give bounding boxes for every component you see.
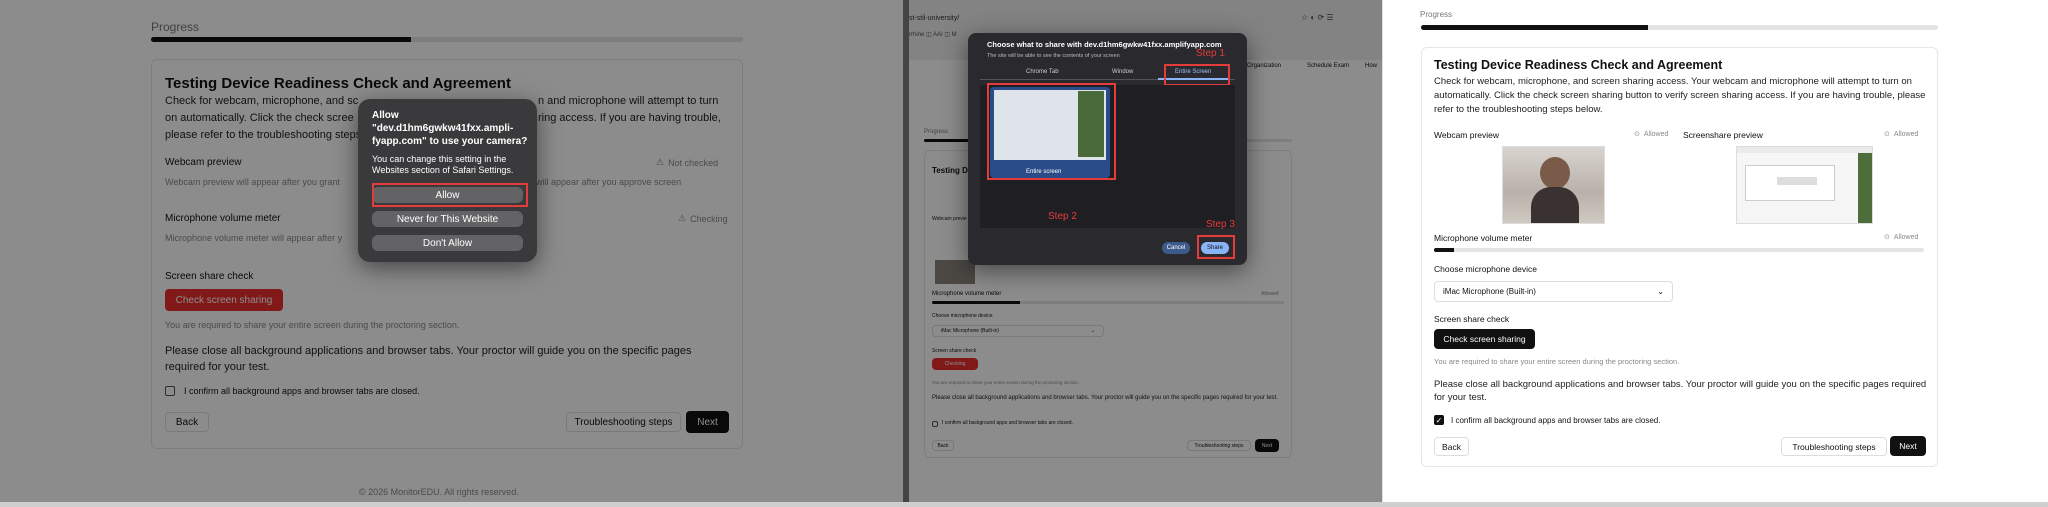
panel-safari-camera-permission: Progress Testing Device Readiness Check … xyxy=(0,0,903,502)
mic-status: ⊙ Allowed xyxy=(1884,233,1919,242)
progress-label: Progress xyxy=(1420,10,1453,19)
screenshare-status: ⊙ Allowed xyxy=(1884,130,1919,139)
check-circle-icon: ⊙ xyxy=(1634,131,1640,138)
dont-allow-button[interactable]: Don't Allow xyxy=(372,235,523,251)
tab-chrome[interactable]: Chrome Tab xyxy=(1026,69,1059,75)
step1-box xyxy=(1164,64,1230,86)
webcam-status: ⊙ Allowed xyxy=(1634,130,1669,139)
dialog-title-line3: fyapp.com" to use your camera? xyxy=(372,136,528,147)
close-apps-note: Please close all background applications… xyxy=(1434,379,1927,404)
check-circle-icon: ⊙ xyxy=(1884,234,1890,241)
check-screen-sharing-button[interactable]: Check screen sharing xyxy=(1434,329,1535,349)
cancel-button[interactable]: Cancel xyxy=(1162,242,1190,254)
screenshare-status-text: Allowed xyxy=(1893,130,1919,138)
share-title: Choose what to share with dev.d1hm6gwkw4… xyxy=(987,40,1222,49)
chevron-down-icon: ⌄ xyxy=(1657,287,1664,296)
webcam-label: Webcam preview xyxy=(1434,130,1500,140)
screenshot-stage: Progress Testing Device Readiness Check … xyxy=(0,0,2048,507)
screenshare-label: Screenshare preview xyxy=(1683,130,1763,140)
thumb-inner xyxy=(1777,177,1817,185)
dialog-title-line2: "dev.d1hm6gwkw41fxx.ampli- xyxy=(372,123,514,134)
panel-completed-check: Progress Testing Device Readiness Check … xyxy=(1383,0,2048,502)
safari-permission-dialog: Allow "dev.d1hm6gwkw41fxx.ampli- fyapp.c… xyxy=(358,99,537,262)
card-title: Testing Device Readiness Check and Agree… xyxy=(1434,58,1723,72)
step1-label: Step 1 xyxy=(1196,48,1225,59)
choose-mic-label: Choose microphone device xyxy=(1434,264,1538,274)
tab-window[interactable]: Window xyxy=(1112,69,1133,75)
step3-box xyxy=(1197,235,1235,259)
check-circle-icon: ⊙ xyxy=(1884,131,1890,138)
checkmark-icon: ✓ xyxy=(1435,415,1443,425)
allow-highlight-box xyxy=(372,183,528,207)
screen-check-label: Screen share check xyxy=(1434,314,1510,324)
confirm-label: I confirm all background apps and browse… xyxy=(1451,416,1661,425)
thumb-toolbar xyxy=(1737,147,1872,153)
bottom-strip xyxy=(0,502,2048,507)
screenshare-preview xyxy=(1736,146,1873,224)
mic-level-fill xyxy=(1434,248,1454,252)
mic-device-select[interactable]: iMac Microphone (Built-in) ⌄ xyxy=(1434,281,1673,302)
thumb-photo-strip xyxy=(1858,153,1872,223)
required-note: You are required to share your entire sc… xyxy=(1434,357,1680,366)
mic-level-bar xyxy=(1434,248,1924,252)
dialog-title-line1: Allow xyxy=(372,110,399,121)
mic-device-value: iMac Microphone (Built-in) xyxy=(1443,287,1536,296)
webcam-status-text: Allowed xyxy=(1643,130,1669,138)
person-head xyxy=(1540,157,1570,189)
card-intro: Check for webcam, microphone, and screen… xyxy=(1434,76,1926,115)
next-button[interactable]: Next xyxy=(1890,436,1926,456)
person-body xyxy=(1531,187,1579,223)
progress-fill xyxy=(1421,25,1649,30)
never-button[interactable]: Never for This Website xyxy=(372,211,523,227)
step3-label: Step 3 xyxy=(1206,219,1235,230)
back-button[interactable]: Back xyxy=(1434,437,1469,456)
step2-box xyxy=(987,83,1116,180)
webcam-preview xyxy=(1502,146,1605,224)
progress-bar xyxy=(1421,25,1938,30)
confirm-checkbox-checked[interactable]: ✓ xyxy=(1434,415,1444,425)
mic-status-text: Allowed xyxy=(1893,233,1919,241)
step2-label: Step 2 xyxy=(1048,211,1077,222)
mic-label: Microphone volume meter xyxy=(1434,233,1533,243)
share-subtitle: The site will be able to see the content… xyxy=(987,53,1120,59)
dialog-body: You can change this setting in the Websi… xyxy=(372,154,514,175)
troubleshooting-button[interactable]: Troubleshooting steps xyxy=(1781,437,1887,456)
share-screen-dialog: Choose what to share with dev.d1hm6gwkw4… xyxy=(968,33,1247,265)
